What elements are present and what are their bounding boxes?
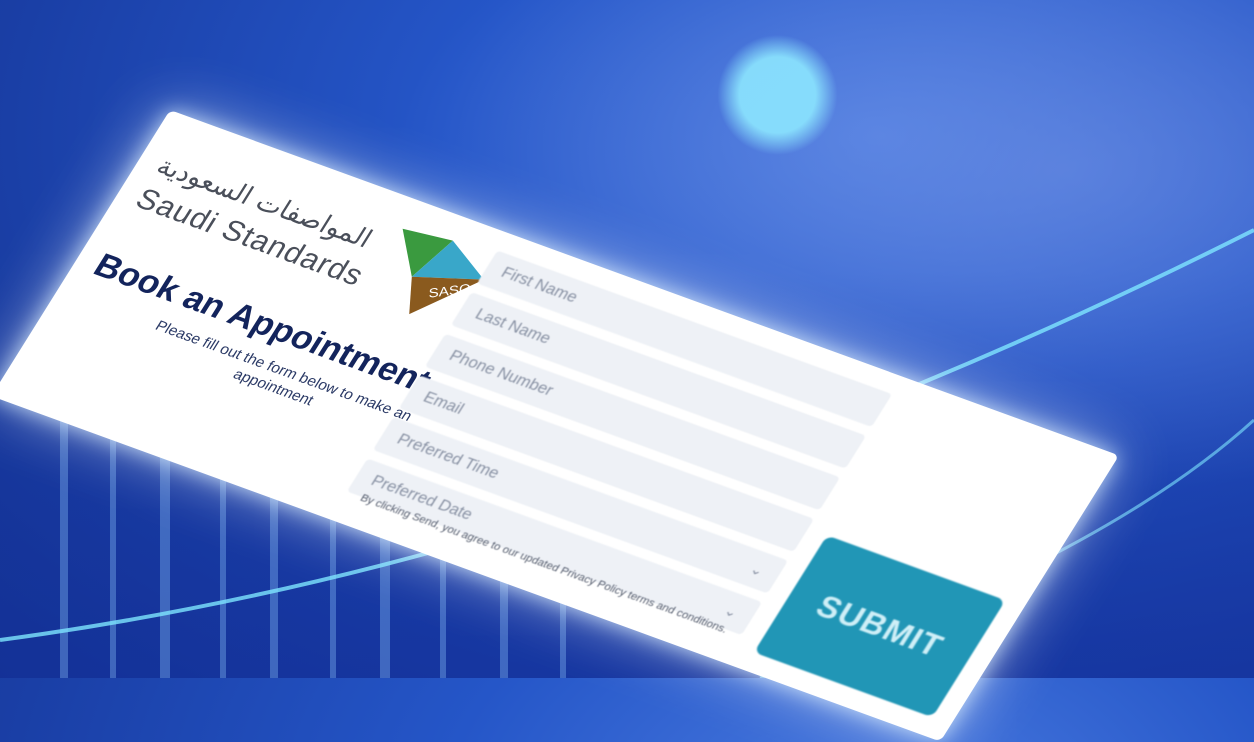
chevron-down-icon: ⌄: [721, 601, 742, 620]
last-name-placeholder: Last Name: [471, 306, 554, 348]
first-name-placeholder: First Name: [497, 264, 581, 307]
chevron-down-icon: ⌄: [747, 560, 768, 579]
email-placeholder: Email: [419, 389, 467, 418]
submit-button[interactable]: SUBMIT: [753, 535, 1006, 718]
